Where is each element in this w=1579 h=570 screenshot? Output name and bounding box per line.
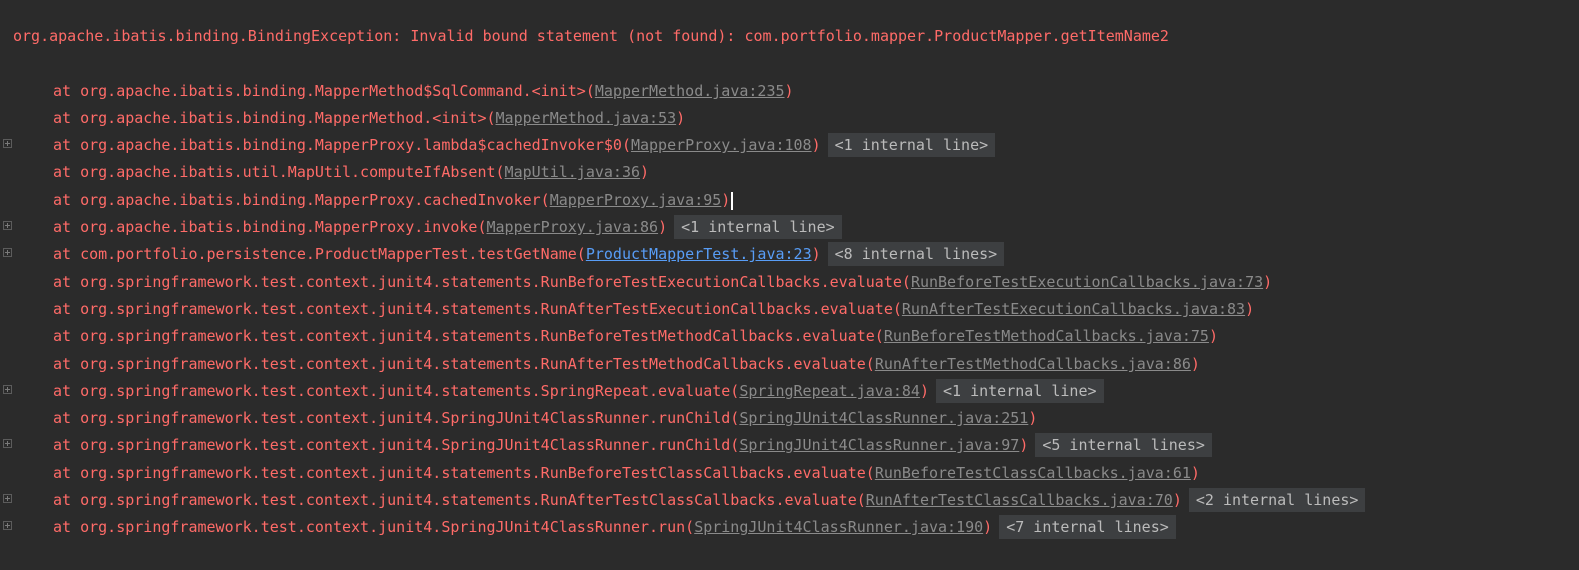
frame-method: at org.springframework.test.context.juni… <box>53 273 911 291</box>
source-link[interactable]: MapperProxy.java:95 <box>550 191 722 209</box>
expand-fold-icon[interactable] <box>3 521 12 530</box>
source-link[interactable]: SpringJUnit4ClassRunner.java:190 <box>694 518 983 536</box>
frame-method: at org.apache.ibatis.binding.MapperProxy… <box>53 218 487 236</box>
source-link[interactable]: RunAfterTestClassCallbacks.java:70 <box>866 491 1173 509</box>
expand-fold-icon[interactable] <box>3 439 12 448</box>
source-link[interactable]: MapperMethod.java:235 <box>595 82 785 100</box>
frame-method: at org.springframework.test.context.juni… <box>53 464 875 482</box>
frame-method: at org.springframework.test.context.juni… <box>53 300 902 318</box>
frame-method: at org.springframework.test.context.juni… <box>53 518 695 536</box>
internal-lines-toggle[interactable]: <1 internal line> <box>936 379 1104 403</box>
close-paren: ) <box>811 245 821 263</box>
source-link[interactable]: RunAfterTestMethodCallbacks.java:86 <box>875 355 1191 373</box>
close-paren: ) <box>640 163 650 181</box>
source-link[interactable]: RunBeforeTestMethodCallbacks.java:75 <box>884 327 1209 345</box>
source-link[interactable]: MapUtil.java:36 <box>505 163 640 181</box>
internal-lines-toggle[interactable]: <7 internal lines> <box>999 515 1176 539</box>
source-link[interactable]: RunBeforeTestExecutionCallbacks.java:73 <box>911 273 1263 291</box>
frame-method: at org.apache.ibatis.binding.MapperProxy… <box>53 191 550 209</box>
source-link[interactable]: RunBeforeTestClassCallbacks.java:61 <box>875 464 1191 482</box>
expand-fold-icon[interactable] <box>3 494 12 503</box>
internal-lines-toggle[interactable]: <1 internal line> <box>674 215 842 239</box>
close-paren: ) <box>1028 409 1038 427</box>
internal-lines-toggle[interactable]: <2 internal lines> <box>1188 488 1366 512</box>
internal-lines-toggle[interactable]: <5 internal lines> <box>1035 433 1212 457</box>
close-paren: ) <box>721 191 731 209</box>
source-link[interactable]: SpringJUnit4ClassRunner.java:97 <box>739 436 1019 454</box>
source-link[interactable]: SpringRepeat.java:84 <box>739 382 920 400</box>
internal-lines-toggle[interactable]: <8 internal lines> <box>827 242 1005 266</box>
close-paren: ) <box>811 136 821 154</box>
frame-method: at org.springframework.test.context.juni… <box>53 491 866 509</box>
exception-message: org.apache.ibatis.binding.BindingExcepti… <box>13 27 1169 45</box>
close-paren: ) <box>1172 491 1182 509</box>
close-paren: ) <box>1019 436 1029 454</box>
source-link[interactable]: RunAfterTestExecutionCallbacks.java:83 <box>902 300 1245 318</box>
close-paren: ) <box>784 82 794 100</box>
source-link[interactable]: ProductMapperTest.java:23 <box>586 245 812 263</box>
source-link[interactable]: MapperProxy.java:86 <box>486 218 658 236</box>
source-link[interactable]: MapperProxy.java:108 <box>631 136 812 154</box>
close-paren: ) <box>983 518 993 536</box>
expand-fold-icon[interactable] <box>3 248 12 257</box>
frame-method: at org.springframework.test.context.juni… <box>53 409 740 427</box>
internal-lines-toggle[interactable]: <1 internal line> <box>827 133 996 157</box>
frame-method: at org.apache.ibatis.binding.MapperMetho… <box>53 82 595 100</box>
console-output: org.apache.ibatis.binding.BindingExcepti… <box>0 0 1579 570</box>
frame-method: at org.apache.ibatis.binding.MapperMetho… <box>53 109 496 127</box>
close-paren: ) <box>919 382 929 400</box>
frame-method: at org.apache.ibatis.binding.MapperProxy… <box>53 136 631 154</box>
frame-method: at com.portfolio.persistence.ProductMapp… <box>53 245 586 263</box>
source-link[interactable]: MapperMethod.java:53 <box>496 109 677 127</box>
close-paren: ) <box>1190 355 1200 373</box>
frame-method: at org.springframework.test.context.juni… <box>53 355 875 373</box>
close-paren: ) <box>1190 464 1200 482</box>
expand-fold-icon[interactable] <box>3 221 12 230</box>
expand-fold-icon[interactable] <box>3 139 12 148</box>
close-paren: ) <box>658 218 668 236</box>
close-paren: ) <box>1263 273 1273 291</box>
expand-fold-icon[interactable] <box>3 385 12 394</box>
text-caret <box>731 191 734 210</box>
close-paren: ) <box>1208 327 1218 345</box>
frame-method: at org.springframework.test.context.juni… <box>53 382 740 400</box>
source-link[interactable]: SpringJUnit4ClassRunner.java:251 <box>739 409 1028 427</box>
close-paren: ) <box>676 109 686 127</box>
close-paren: ) <box>1245 300 1255 318</box>
frame-method: at org.springframework.test.context.juni… <box>53 436 740 454</box>
frame-method: at org.apache.ibatis.util.MapUtil.comput… <box>53 163 505 181</box>
frame-method: at org.springframework.test.context.juni… <box>53 327 884 345</box>
